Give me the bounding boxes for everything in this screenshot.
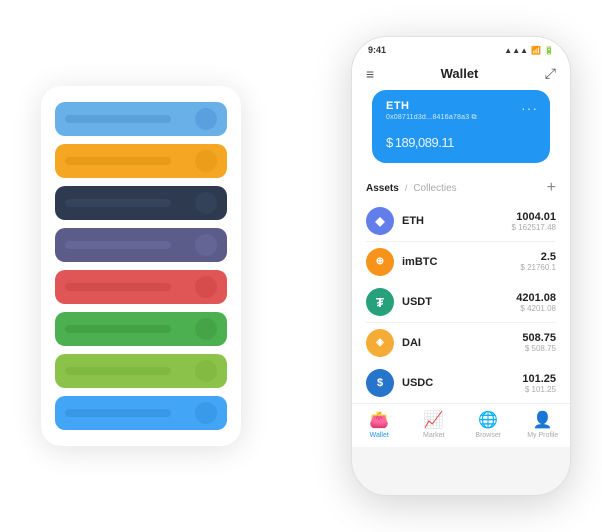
nav-browser[interactable]: 🌐 Browser — [468, 410, 508, 439]
bg-card-text — [65, 199, 171, 207]
asset-list: ◆ ETH 1004.01 $ 162517.48 ⊕ imBTC 2.5 — [352, 201, 570, 403]
bg-card-text — [65, 157, 171, 165]
status-icons: ▲▲▲ 📶 🔋 — [504, 46, 554, 55]
market-nav-label: Market — [423, 432, 444, 439]
eth-card[interactable]: ··· ETH 0x08711d3d...8416a78a3 ⧉ $189,08… — [372, 90, 550, 163]
bg-card-icon — [195, 276, 217, 298]
bg-card-icon — [195, 234, 217, 256]
usdc-icon: $ — [366, 369, 394, 397]
bg-card-text — [65, 241, 171, 249]
bg-card-text — [65, 367, 171, 375]
asset-name: ETH — [402, 215, 512, 227]
tab-separator: / — [405, 183, 408, 193]
list-item[interactable]: ⊕ imBTC 2.5 $ 21760.1 — [352, 242, 570, 282]
bg-card-text — [65, 325, 171, 333]
menu-icon[interactable]: ≡ — [366, 66, 374, 82]
bg-card-icon — [195, 192, 217, 214]
bg-card-item[interactable] — [55, 354, 227, 388]
asset-amounts: 101.25 $ 101.25 — [522, 373, 556, 394]
bg-card-item[interactable] — [55, 396, 227, 430]
tab-collecties[interactable]: Collecties — [413, 183, 456, 194]
dai-icon: ◈ — [366, 329, 394, 357]
wallet-nav-icon: 👛 — [369, 410, 389, 430]
bg-card-icon — [195, 108, 217, 130]
assets-header: Assets / Collecties + — [352, 171, 570, 201]
bg-card-item[interactable] — [55, 102, 227, 136]
bg-card-icon — [195, 150, 217, 172]
bg-card-item[interactable] — [55, 228, 227, 262]
asset-name: USDC — [402, 377, 522, 389]
asset-amounts: 1004.01 $ 162517.48 — [512, 211, 557, 232]
list-item[interactable]: ₮ USDT 4201.08 $ 4201.08 — [352, 282, 570, 322]
header-title: Wallet — [441, 66, 479, 81]
nav-wallet[interactable]: 👛 Wallet — [359, 410, 399, 439]
add-asset-button[interactable]: + — [547, 179, 556, 197]
list-item[interactable]: ◈ DAI 508.75 $ 508.75 — [352, 323, 570, 363]
phone-header: ≡ Wallet ⤢ — [352, 59, 570, 90]
nav-market[interactable]: 📈 Market — [414, 410, 454, 439]
bg-card-icon — [195, 360, 217, 382]
tab-assets[interactable]: Assets — [366, 183, 399, 194]
signal-icon: ▲▲▲ — [504, 46, 528, 55]
bg-card-text — [65, 409, 171, 417]
assets-tabs: Assets / Collecties — [366, 183, 457, 194]
asset-name: imBTC — [402, 256, 520, 268]
list-item[interactable]: ◆ ETH 1004.01 $ 162517.48 — [352, 201, 570, 241]
expand-icon[interactable]: ⤢ — [545, 65, 556, 82]
browser-nav-label: Browser — [475, 432, 501, 439]
scene: 9:41 ▲▲▲ 📶 🔋 ≡ Wallet ⤢ ··· ETH — [11, 11, 591, 521]
bg-card-item[interactable] — [55, 144, 227, 178]
asset-amounts: 508.75 $ 508.75 — [522, 332, 556, 353]
copy-icon[interactable]: ⧉ — [471, 114, 476, 121]
browser-nav-icon: 🌐 — [478, 410, 498, 430]
list-item[interactable]: $ USDC 101.25 $ 101.25 — [352, 363, 570, 403]
nav-profile[interactable]: 👤 My Profile — [523, 410, 563, 439]
bg-card-text — [65, 115, 171, 123]
bg-card-item[interactable] — [55, 186, 227, 220]
eth-icon: ◆ — [366, 207, 394, 235]
asset-amounts: 2.5 $ 21760.1 — [520, 251, 556, 272]
status-bar: 9:41 ▲▲▲ 📶 🔋 — [352, 37, 570, 59]
bg-card-icon — [195, 318, 217, 340]
market-nav-icon: 📈 — [424, 410, 444, 430]
eth-card-address: 0x08711d3d...8416a78a3 ⧉ — [386, 114, 536, 122]
status-time: 9:41 — [368, 45, 386, 55]
bg-card-item[interactable] — [55, 270, 227, 304]
bottom-nav: 👛 Wallet 📈 Market 🌐 Browser 👤 My Profile — [352, 403, 570, 447]
wallet-nav-label: Wallet — [370, 432, 389, 439]
bg-card-icon — [195, 402, 217, 424]
phone-frame: 9:41 ▲▲▲ 📶 🔋 ≡ Wallet ⤢ ··· ETH — [351, 36, 571, 496]
bg-card-item[interactable] — [55, 312, 227, 346]
imbtc-icon: ⊕ — [366, 248, 394, 276]
battery-icon: 🔋 — [544, 46, 554, 55]
bg-cards-panel — [41, 86, 241, 446]
usdt-icon: ₮ — [366, 288, 394, 316]
bg-card-text — [65, 283, 171, 291]
wifi-icon: 📶 — [531, 46, 541, 55]
profile-nav-label: My Profile — [527, 432, 558, 439]
asset-amounts: 4201.08 $ 4201.08 — [516, 292, 556, 313]
eth-card-token: ETH — [386, 100, 536, 112]
asset-name: DAI — [402, 337, 522, 349]
phone-content: ··· ETH 0x08711d3d...8416a78a3 ⧉ $189,08… — [352, 90, 570, 447]
profile-nav-icon: 👤 — [533, 410, 553, 430]
asset-name: USDT — [402, 296, 516, 308]
eth-card-amount: $189,089.11 — [386, 130, 536, 153]
